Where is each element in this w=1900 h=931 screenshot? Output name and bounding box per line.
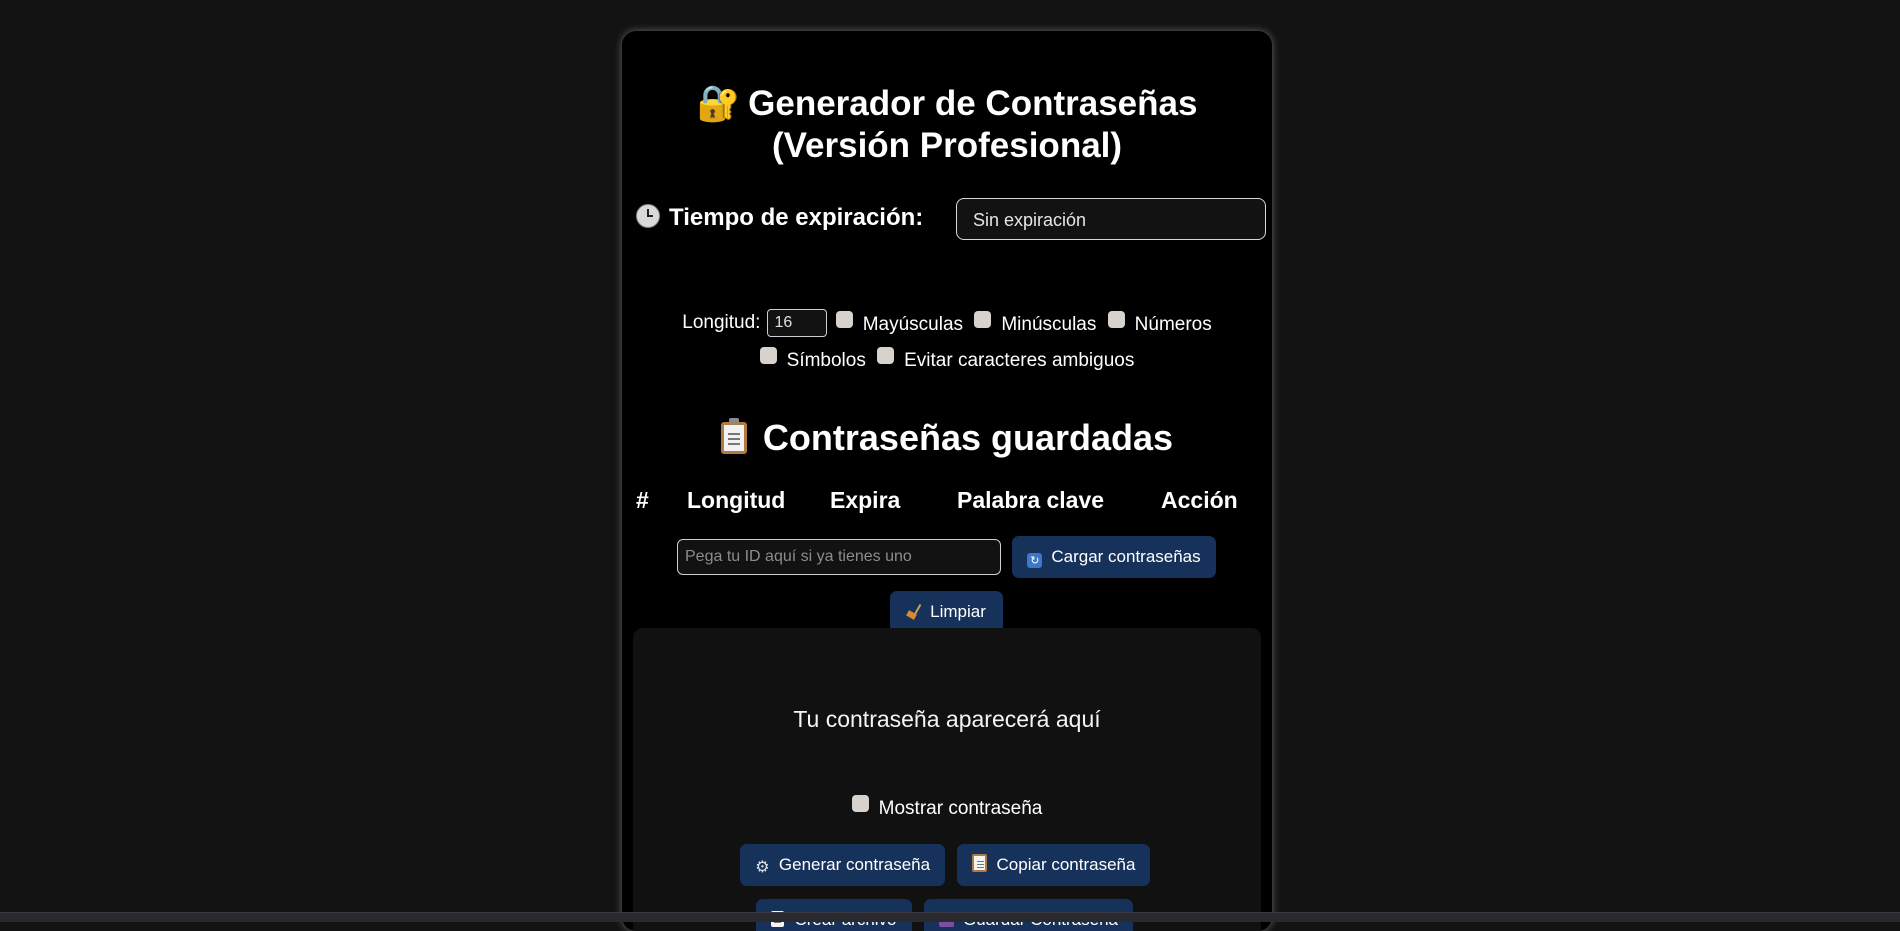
- id-input[interactable]: Pega tu ID aquí si ya tienes uno: [677, 539, 1001, 575]
- expiration-row: Tiempo de expiración: Sin expiración: [636, 198, 1266, 242]
- col-expires: Expira: [830, 487, 901, 513]
- lock-icon: 🔐: [696, 84, 741, 124]
- lowercase-checkbox[interactable]: [974, 310, 992, 328]
- page-title: 🔐 Generador de Contraseñas (Versión Profe…: [622, 83, 1272, 166]
- generate-password-button[interactable]: ⚙ Generar contraseña: [740, 844, 945, 886]
- avoid-ambiguous-option[interactable]: Evitar caracteres ambiguos: [877, 347, 1134, 372]
- clipboard-icon: [720, 418, 747, 454]
- options-row-1: Longitud: 16 Mayúsculas Minúsculas Número…: [622, 309, 1272, 337]
- expiration-label: Tiempo de expiración:: [636, 204, 923, 232]
- options-row-2: Símbolos Evitar caracteres ambiguos: [622, 347, 1272, 372]
- saved-passwords-title: Contraseñas guardadas: [622, 417, 1272, 459]
- generator-card: 🔐 Generador de Contraseñas (Versión Profe…: [622, 31, 1272, 931]
- password-panel: Tu contraseña aparecerá aquí Mostrar con…: [633, 628, 1261, 931]
- broom-icon: [907, 603, 921, 619]
- avoid-ambiguous-checkbox[interactable]: [877, 347, 895, 364]
- load-passwords-button[interactable]: ↻ Cargar contraseñas: [1012, 536, 1216, 578]
- col-keyword: Palabra clave: [957, 487, 1105, 513]
- show-password-checkbox[interactable]: [851, 795, 869, 812]
- numbers-option[interactable]: Números: [1107, 310, 1212, 336]
- title-line2: (Versión Profesional): [771, 126, 1123, 165]
- uppercase-checkbox[interactable]: [835, 310, 853, 328]
- password-display: Tu contraseña aparecerá aquí: [793, 706, 1101, 732]
- col-action: Acción: [1161, 487, 1238, 513]
- length-input[interactable]: 16: [767, 309, 828, 337]
- clipboard-small-icon: [971, 854, 987, 872]
- clear-button[interactable]: Limpiar: [890, 591, 1003, 633]
- col-number: #: [636, 487, 649, 513]
- lowercase-option[interactable]: Minúsculas: [974, 310, 1096, 336]
- col-length: Longitud: [687, 487, 786, 513]
- numbers-checkbox[interactable]: [1107, 310, 1125, 328]
- copy-password-button[interactable]: Copiar contraseña: [957, 844, 1150, 886]
- symbols-checkbox[interactable]: [759, 347, 777, 364]
- symbols-option[interactable]: Símbolos: [759, 347, 866, 372]
- uppercase-option[interactable]: Mayúsculas: [835, 310, 963, 336]
- clock-icon: [636, 204, 660, 228]
- gear-icon: ⚙: [755, 857, 770, 876]
- reload-icon: ↻: [1027, 553, 1043, 568]
- title-line1: Generador de Contraseñas: [748, 84, 1198, 123]
- expiration-select[interactable]: Sin expiración: [956, 198, 1266, 240]
- show-password-option[interactable]: Mostrar contraseña: [633, 795, 1261, 820]
- length-label: Longitud:: [682, 312, 761, 333]
